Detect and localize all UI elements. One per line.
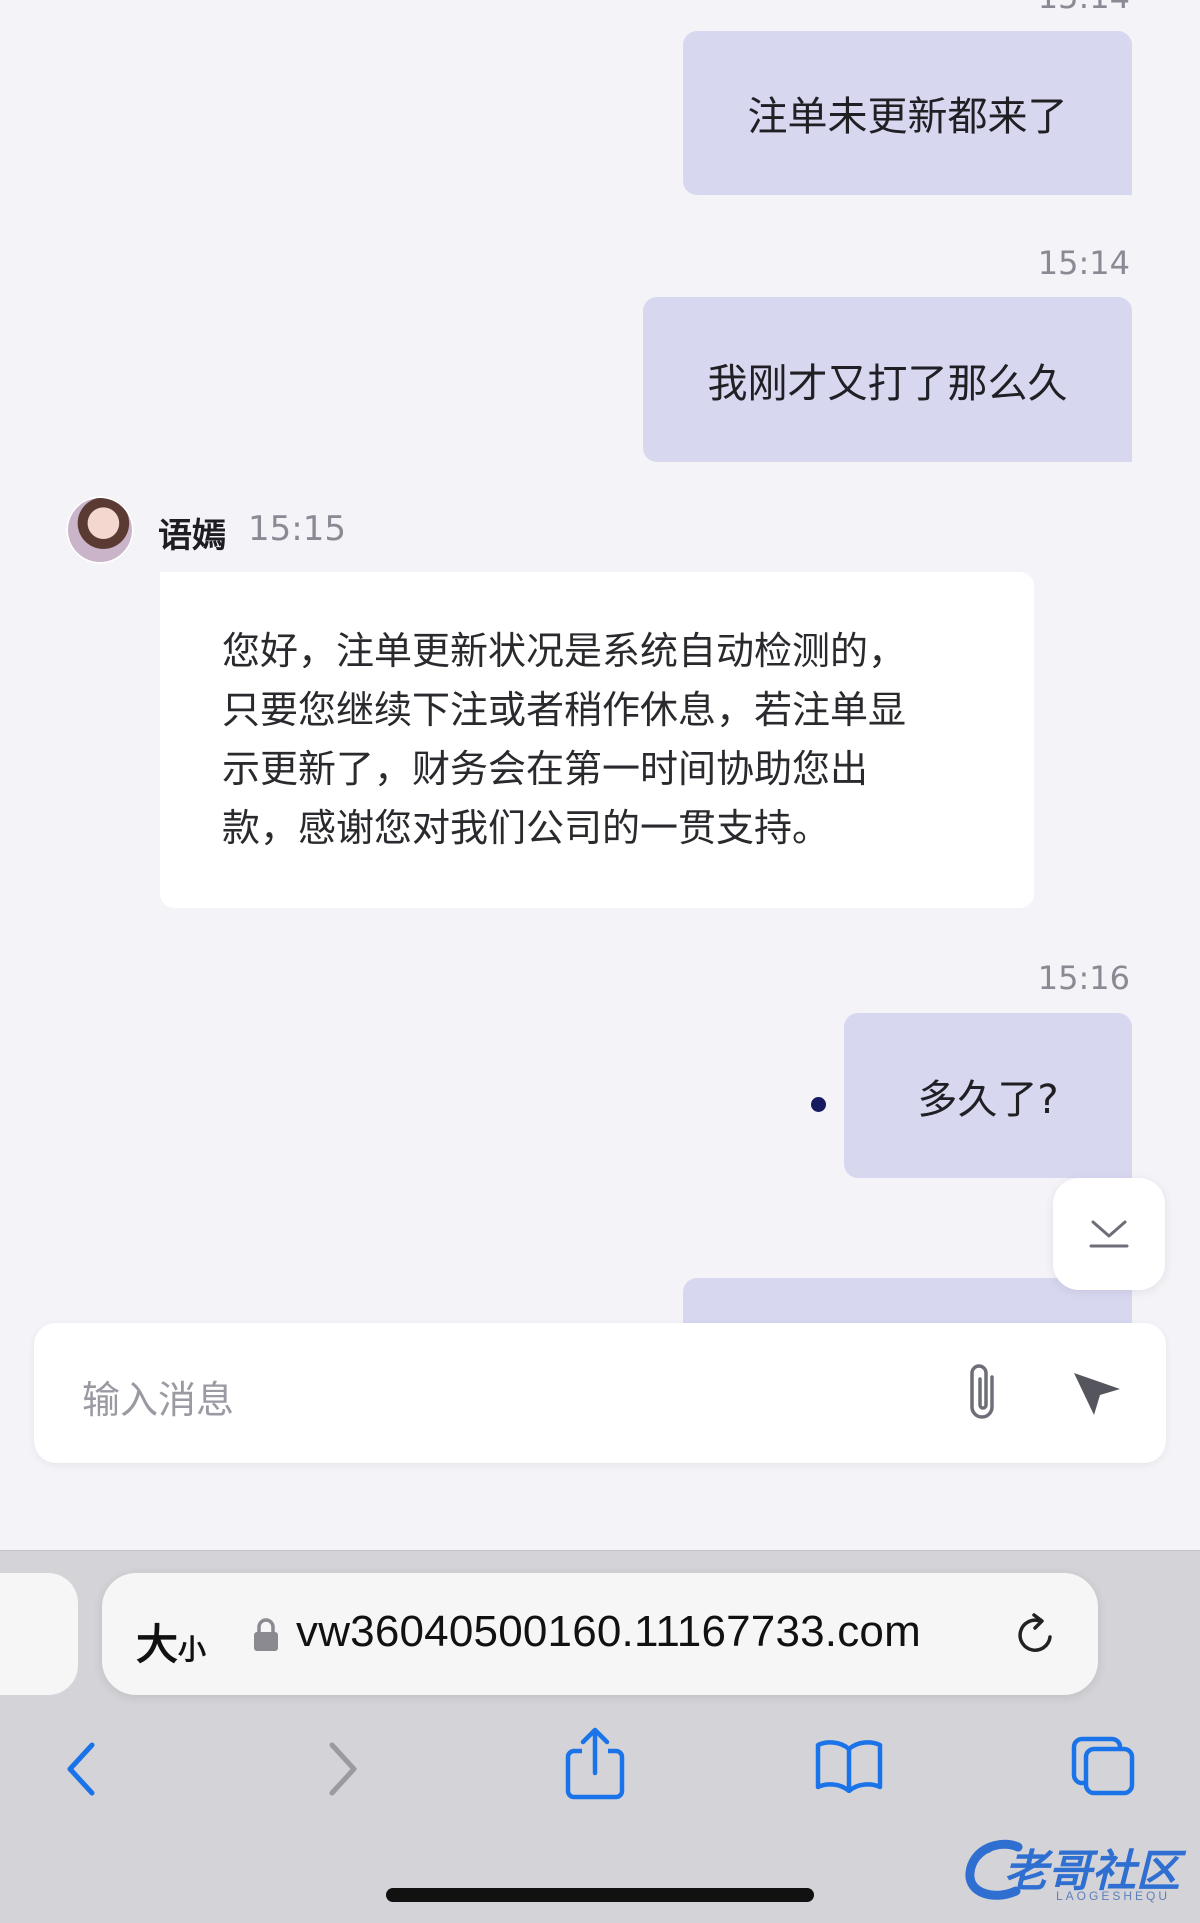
message-text: 我刚才又打了那么久 <box>707 360 1068 407</box>
paperclip-icon <box>970 1364 994 1419</box>
message-input[interactable]: 输入消息 <box>82 1369 234 1424</box>
previous-tab-preview[interactable] <box>0 1573 78 1695</box>
message-text: 多久了? <box>917 1076 1059 1123</box>
share-icon[interactable] <box>562 1727 628 1801</box>
unread-indicator <box>811 1097 826 1112</box>
outgoing-message-bubble[interactable]: 多久了? <box>844 1013 1132 1178</box>
forward-icon[interactable] <box>322 1739 362 1799</box>
watermark-logo: 老哥社区 LAOGESHEQU <box>960 1831 1190 1911</box>
message-line: 款，感谢您对我们公司的一贯支持。 <box>222 806 831 850</box>
home-indicator[interactable] <box>386 1888 814 1902</box>
watermark-subtext: LAOGESHEQU <box>1056 1889 1171 1903</box>
send-icon <box>1074 1373 1120 1415</box>
agent-avatar[interactable] <box>66 496 134 564</box>
message-text: 注单未更新都来了 <box>747 94 1068 140</box>
outgoing-message-bubble[interactable]: 我刚才又打了那么久 <box>643 297 1132 462</box>
message-time: 15:15 <box>248 509 346 549</box>
text-size-label: 大 <box>136 1620 179 1669</box>
message-line: 只要您继续下注或者稍作休息，若注单显 <box>222 688 907 732</box>
reload-icon[interactable] <box>1012 1611 1060 1659</box>
message-line: 您好，注单更新状况是系统自动检测的， <box>222 629 907 673</box>
message-time: 15:14 <box>930 0 1130 16</box>
text-size-label-small: 小 <box>178 1633 207 1666</box>
url-text[interactable]: vw36040500160.11167733.com <box>296 1607 996 1657</box>
attach-button[interactable] <box>962 1361 1006 1429</box>
incoming-message-bubble[interactable]: 您好，注单更新状况是系统自动检测的， 只要您继续下注或者稍作休息，若注单显 示更… <box>160 572 1034 908</box>
bookmarks-icon[interactable] <box>814 1737 884 1793</box>
message-time: 15:16 <box>1037 959 1130 997</box>
browser-toolbar: 大小 vw36040500160.11167733.com 老哥社区 LAOGE… <box>0 1550 1200 1923</box>
back-icon[interactable] <box>62 1739 102 1799</box>
send-button[interactable] <box>1070 1365 1124 1423</box>
text-size-button[interactable]: 大小 <box>136 1611 206 1672</box>
address-bar[interactable]: 大小 vw36040500160.11167733.com <box>102 1573 1098 1695</box>
message-time: 15:14 <box>1037 244 1130 282</box>
outgoing-message-bubble[interactable]: 注单未更新都来了 <box>683 31 1132 195</box>
message-input-bar: 输入消息 <box>34 1323 1166 1463</box>
tabs-icon[interactable] <box>1070 1735 1136 1797</box>
scroll-to-bottom-button[interactable] <box>1053 1178 1165 1290</box>
sender-name: 语嫣 <box>158 516 226 556</box>
lock-icon <box>254 1618 278 1651</box>
message-line: 示更新了，财务会在第一时间协助您出 <box>222 747 869 791</box>
chevron-down-icon <box>1089 1220 1129 1248</box>
